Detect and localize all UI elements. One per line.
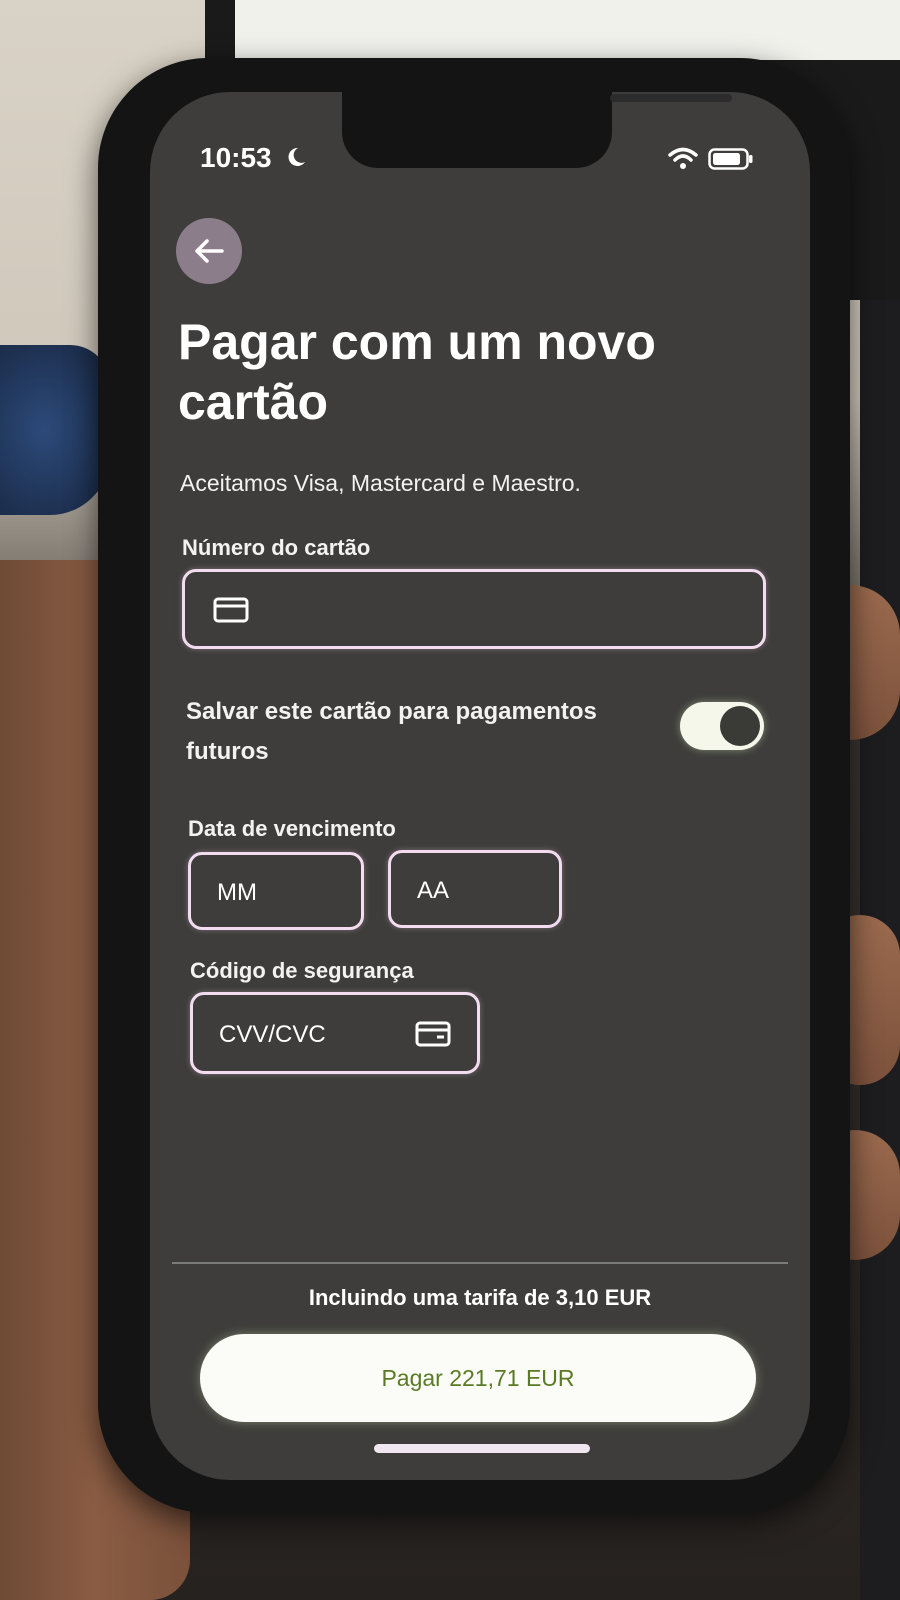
card-number-input[interactable] (182, 569, 766, 649)
expiry-year-input[interactable]: AA (388, 850, 562, 928)
accepted-cards-text: Aceitamos Visa, Mastercard e Maestro. (180, 470, 581, 496)
status-time: 10:53 (200, 142, 272, 173)
phone-screen: 10:53 Pagar com um novo cartão Aceitamos… (150, 92, 810, 1480)
expiry-month-placeholder: MM (217, 879, 257, 906)
card-back-icon (415, 1021, 451, 1047)
divider (172, 1262, 788, 1264)
back-button[interactable] (176, 218, 242, 284)
speaker (610, 94, 732, 102)
battery-icon (708, 148, 753, 170)
save-card-label: Salvar este cartão para pagamentos futur… (186, 698, 597, 765)
pay-button[interactable]: Pagar 221,71 EUR (200, 1334, 756, 1422)
security-code-placeholder: CVV/CVC (219, 1021, 326, 1048)
arrow-left-icon (195, 239, 224, 263)
expiry-month-input[interactable]: MM (188, 852, 364, 930)
security-code-label: Código de segurança (190, 958, 414, 983)
card-number-label: Número do cartão (182, 535, 371, 560)
moon-icon (288, 147, 305, 166)
background-fabric (0, 345, 110, 515)
security-code-input[interactable]: CVV/CVC (190, 992, 480, 1074)
page-title: Pagar com um novo cartão (178, 314, 656, 430)
wifi-icon (668, 147, 698, 169)
background-monitor-screen (235, 0, 900, 60)
save-card-toggle[interactable] (680, 702, 764, 750)
home-indicator[interactable] (374, 1444, 590, 1453)
expiry-year-placeholder: AA (417, 877, 450, 904)
expiry-label: Data de vencimento (188, 816, 396, 841)
card-icon (213, 597, 249, 623)
fee-text: Incluindo uma tarifa de 3,10 EUR (308, 1285, 652, 1310)
notch (342, 92, 732, 168)
toggle-knob (720, 706, 760, 746)
